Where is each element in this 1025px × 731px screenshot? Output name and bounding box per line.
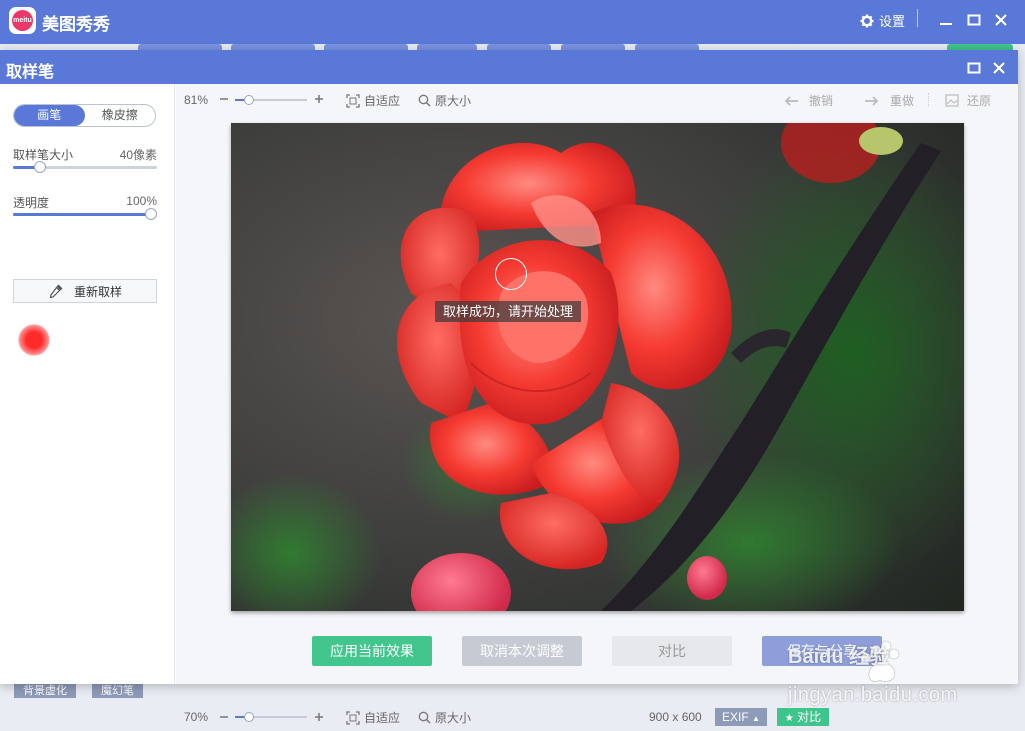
tab-brush[interactable]: 画笔 (14, 105, 85, 126)
undo-arrow-icon (784, 95, 798, 106)
flower-photo (231, 123, 964, 611)
fit-to-window-button[interactable]: 自适应 (346, 92, 400, 109)
opacity-fill (13, 213, 151, 216)
fit-label: 自适应 (364, 711, 401, 725)
fit-to-window-button[interactable]: 自适应 (346, 709, 400, 726)
opacity-thumb[interactable] (145, 208, 157, 220)
sampling-success-toast: 取样成功，请开始处理 (435, 301, 582, 322)
undo-button[interactable]: 撤销 (783, 92, 833, 109)
opacity-label: 透明度 (13, 196, 50, 210)
restore-label: 还原 (967, 94, 992, 108)
apply-effect-button[interactable]: 应用当前效果 (312, 636, 432, 666)
image-dimensions: 900 x 600 (649, 710, 702, 724)
app-title: 美图秀秀 (42, 15, 110, 34)
caret-up-icon: ▲ (752, 714, 760, 723)
sampled-color-preview (18, 324, 50, 356)
redo-label: 重做 (890, 94, 915, 108)
compare-button[interactable]: 对比 (612, 636, 732, 666)
canvas-toolbar: 81% 自适应 原大小 撤销 重做 还原 (176, 84, 1018, 114)
original-size-button[interactable]: 原大小 (418, 92, 471, 109)
compare-toggle[interactable]: ★ 对比 (777, 708, 829, 726)
zoom-slider[interactable] (235, 95, 307, 105)
maximize-icon[interactable] (965, 59, 983, 77)
editing-workspace: 81% 自适应 原大小 撤销 重做 还原 取样成功，请开始处理 应用当前效果 取… (176, 84, 1018, 684)
app-logo: meitu (9, 7, 36, 34)
settings-button[interactable]: 设置 (860, 11, 905, 30)
cancel-adjustment-button[interactable]: 取消本次调整 (462, 636, 582, 666)
opacity-slider[interactable] (13, 208, 157, 220)
resample-label: 重新取样 (73, 284, 122, 299)
watermark-brand: Baidu 经验 (788, 646, 890, 668)
tool-panel: 画笔 橡皮擦 取样笔大小 40像素 透明度 100% 重新取样 (0, 84, 175, 684)
zoom-thumb[interactable] (244, 95, 255, 105)
zoom-percent: 70% (184, 710, 209, 724)
zoom-thumb[interactable] (244, 712, 255, 722)
tab-eraser[interactable]: 橡皮擦 (85, 105, 156, 126)
brush-size-thumb[interactable] (34, 161, 47, 173)
undo-label: 撤销 (809, 94, 834, 108)
zoom-in-icon[interactable] (314, 94, 324, 104)
brush-size-slider[interactable] (13, 161, 157, 173)
original-size-button[interactable]: 原大小 (418, 709, 471, 726)
sampling-pen-dialog: 取样笔 画笔 橡皮擦 取样笔大小 40像素 透明度 100% 重新取样 81% … (0, 50, 1018, 684)
zoom-in-icon[interactable] (314, 712, 324, 722)
original-size-label: 原大小 (435, 711, 472, 725)
photo-canvas[interactable]: 取样成功，请开始处理 (231, 123, 964, 611)
original-size-label: 原大小 (435, 94, 472, 108)
fit-icon (346, 93, 360, 108)
magnifier-icon (418, 94, 431, 107)
maximize-icon[interactable] (965, 11, 983, 29)
watermark-url: jingyan.baidu.com (788, 684, 958, 706)
sparkle-icon: ★ (784, 713, 794, 724)
zoom-out-icon[interactable] (219, 712, 229, 722)
dialog-header: 取样笔 (0, 50, 1018, 84)
close-icon[interactable] (990, 59, 1008, 77)
brush-size-value: 40像素 (119, 148, 157, 162)
exif-button[interactable]: EXIF ▲ (715, 708, 767, 726)
gear-icon (860, 14, 874, 27)
magic-pen-button[interactable]: 魔幻笔 (92, 684, 143, 698)
brush-size-label: 取样笔大小 (13, 148, 74, 162)
zoom-slider[interactable] (235, 712, 307, 722)
fit-icon (346, 710, 360, 725)
dialog-title: 取样笔 (6, 64, 55, 81)
magnifier-icon (418, 711, 431, 724)
opacity-value: 100% (126, 194, 157, 208)
exif-label: EXIF (722, 710, 749, 724)
eyedropper-icon (49, 284, 63, 299)
logo-text: meitu (12, 10, 33, 31)
image-icon (945, 94, 959, 107)
brush-cursor (495, 258, 527, 290)
restore-button[interactable]: 还原 (945, 92, 991, 109)
compare-label: 对比 (797, 710, 822, 724)
redo-arrow-icon (865, 95, 879, 106)
zoom-percent: 81% (184, 93, 209, 107)
close-icon[interactable] (992, 11, 1010, 29)
resample-button[interactable]: 重新取样 (13, 279, 157, 303)
brush-mode-toggle: 画笔 橡皮擦 (13, 104, 156, 127)
redo-button[interactable]: 重做 (864, 92, 914, 109)
fit-label: 自适应 (364, 94, 401, 108)
settings-label: 设置 (879, 14, 906, 29)
minimize-icon[interactable] (937, 11, 955, 29)
zoom-out-icon[interactable] (219, 94, 229, 104)
divider (928, 93, 929, 107)
divider (917, 9, 918, 27)
background-blur-button[interactable]: 背景虚化 (14, 684, 76, 698)
app-title-bar: meitu 美图秀秀 设置 (0, 0, 1025, 44)
